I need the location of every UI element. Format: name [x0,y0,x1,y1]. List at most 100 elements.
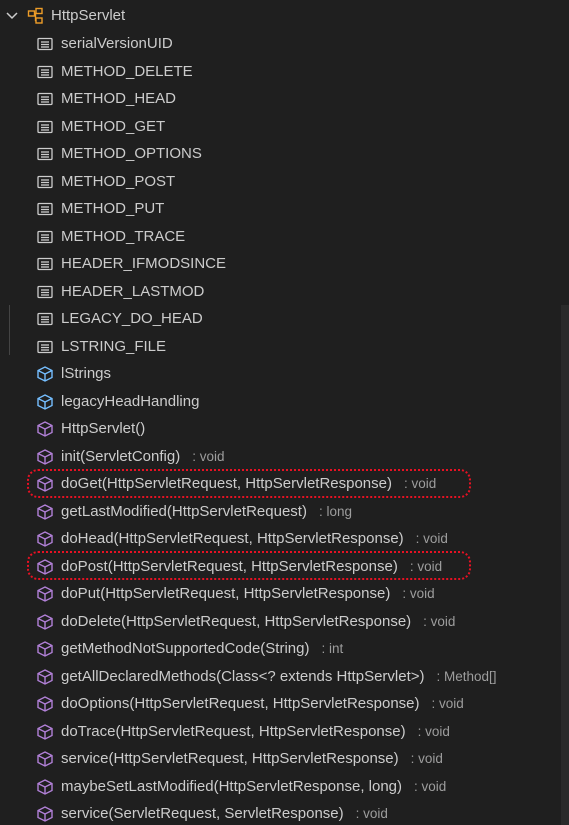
member-name: doPut(HttpServletRequest, HttpServletRes… [61,585,391,602]
method-icon [37,696,53,712]
tree-item-maybesetlastmodified[interactable]: maybeSetLastModified(HttpServletResponse… [0,773,569,800]
member-type: : void [355,806,388,821]
tree-item-method-trace[interactable]: METHOD_TRACE [0,223,569,250]
tree-item-label: legacyHeadHandling [61,393,199,410]
tree-item-dooptions[interactable]: doOptions(HttpServletRequest, HttpServle… [0,690,569,717]
member-name: HEADER_IFMODSINCE [61,255,227,272]
tree-item-label: doOptions(HttpServletRequest, HttpServle… [61,695,464,712]
field-icon [37,230,53,243]
variable-icon [37,366,53,382]
member-name: doHead(HttpServletRequest, HttpServletRe… [61,530,404,547]
field-icon [37,175,53,188]
member-name: service(ServletRequest, ServletResponse) [61,805,344,822]
method-icon [37,806,53,822]
tree-item-lstrings[interactable]: lStrings [0,360,569,387]
tree-item-serialversionuid[interactable]: serialVersionUID [0,30,569,57]
member-name: doDelete(HttpServletRequest, HttpServlet… [61,612,412,630]
member-name: getLastModified(HttpServletRequest) [61,502,307,520]
member-type: : void [415,531,448,546]
tree-item-method-head[interactable]: METHOD_HEAD [0,85,569,112]
tree-item-method-post[interactable]: METHOD_POST [0,168,569,195]
tree-item-label: maybeSetLastModified(HttpServletResponse… [61,778,446,795]
member-type: : void [431,696,464,711]
member-type: : void [423,613,456,629]
member-type: : void [402,586,435,601]
member-type: : int [321,641,344,656]
tree-item-httpservlet[interactable]: HttpServlet [0,2,569,29]
tree-item-dotrace[interactable]: doTrace(HttpServletRequest, HttpServletR… [0,718,569,745]
member-name: service(HttpServletRequest, HttpServletR… [61,750,399,767]
class-icon [27,7,43,24]
tree-item-service[interactable]: service(HttpServletRequest, HttpServletR… [0,745,569,772]
member-name: legacyHeadHandling [61,392,200,410]
member-name: lStrings [61,365,112,382]
tree-item-method-put[interactable]: METHOD_PUT [0,195,569,222]
method-icon [37,531,53,547]
field-icon [37,147,53,161]
member-name: init(ServletConfig) [61,447,181,465]
tree-item-dodelete[interactable]: doDelete(HttpServletRequest, HttpServlet… [0,608,569,635]
tree-item-header-ifmodsince[interactable]: HEADER_IFMODSINCE [0,250,569,277]
tree-item-label: doHead(HttpServletRequest, HttpServletRe… [61,530,448,547]
tree-item-method-get[interactable]: METHOD_GET [0,113,569,140]
method-icon [37,421,53,437]
member-type: : void [417,723,450,739]
member-name: maybeSetLastModified(HttpServletResponse… [61,777,403,795]
member-type: : long [318,503,352,519]
tree-item-doput[interactable]: doPut(HttpServletRequest, HttpServletRes… [0,580,569,607]
tree-item-label: service(HttpServletRequest, HttpServletR… [61,750,443,767]
member-name: doOptions(HttpServletRequest, HttpServle… [61,695,420,712]
tree-item-label: METHOD_PUT [61,200,164,217]
outline-tree: HttpServlet serialVersionUID METHOD_DELET… [0,0,569,825]
field-icon [37,340,53,353]
member-type: : Method[] [436,668,497,684]
tree-item-getmethodnotsupportedcode[interactable]: getMethodNotSupportedCode(String): int [0,635,569,662]
tree-item-label: doTrace(HttpServletRequest, HttpServletR… [61,723,450,740]
method-icon [37,613,53,630]
tree-item-legacyheadhandling[interactable]: legacyHeadHandling [0,388,569,415]
tree-item-label: LSTRING_FILE [61,338,166,355]
field-icon [37,202,53,216]
member-name: LSTRING_FILE [61,337,167,355]
tree-item-label: METHOD_OPTIONS [61,145,202,162]
field-icon [37,92,53,106]
vertical-scrollbar[interactable] [561,305,569,825]
tree-item-dohead[interactable]: doHead(HttpServletRequest, HttpServletRe… [0,525,569,552]
tree-item-httpservlet[interactable]: HttpServlet() [0,415,569,442]
member-name: METHOD_OPTIONS [61,145,202,162]
tree-item-label: getAllDeclaredMethods(Class<? extends Ht… [61,668,497,685]
tree-item-header-lastmod[interactable]: HEADER_LASTMOD [0,278,569,305]
tree-item-label: METHOD_GET [61,118,165,135]
highlight-doget [27,469,471,498]
indent-guide [9,305,10,355]
tree-item-init[interactable]: init(ServletConfig): void [0,443,569,470]
member-name: METHOD_GET [61,117,166,135]
tree-item-getalldeclaredmethods[interactable]: getAllDeclaredMethods(Class<? extends Ht… [0,663,569,690]
tree-item-method-delete[interactable]: METHOD_DELETE [0,58,569,85]
tree-item-lstring-file[interactable]: LSTRING_FILE [0,333,569,360]
tree-item-legacy-do-head[interactable]: LEGACY_DO_HEAD [0,305,569,332]
tree-item-label: serialVersionUID [61,35,173,52]
method-icon [37,641,53,657]
tree-item-service[interactable]: service(ServletRequest, ServletResponse)… [0,800,569,825]
member-type: : void [410,751,443,766]
tree-item-label: LEGACY_DO_HEAD [61,310,203,327]
tree-item-label: getLastModified(HttpServletRequest) : lon… [61,503,352,520]
member-name: serialVersionUID [61,35,173,52]
chevron-down-icon[interactable] [5,10,19,22]
tree-item-label: HttpServlet() [61,420,145,437]
method-icon [37,751,53,767]
tree-item-label: METHOD_DELETE [61,63,193,80]
tree-item-label: HEADER_LASTMOD [61,283,204,300]
tree-item-label: doDelete(HttpServletRequest, HttpServlet… [61,613,455,630]
member-type: : void [414,778,447,794]
tree-item-label: METHOD_POST [61,173,175,190]
tree-item-label: HttpServlet [51,7,126,24]
tree-item-method-options[interactable]: METHOD_OPTIONS [0,140,569,167]
highlight-dopost [27,551,471,580]
member-name: HEADER_LASTMOD [61,282,205,300]
member-name: doTrace(HttpServletRequest, HttpServletR… [61,722,406,740]
tree-item-getlastmodified[interactable]: getLastModified(HttpServletRequest) : lon… [0,498,569,525]
field-icon [37,120,53,133]
method-icon [37,448,53,465]
